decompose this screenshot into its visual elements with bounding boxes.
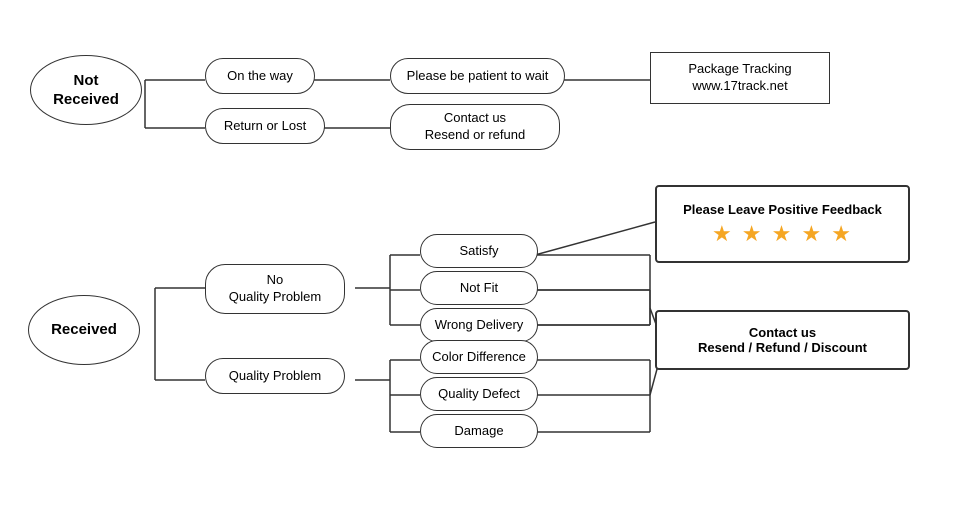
quality-problem-node: Quality Problem	[205, 358, 345, 394]
not-fit-label: Not Fit	[460, 280, 498, 297]
stars-rating: ★ ★ ★ ★ ★	[712, 221, 853, 247]
damage-label: Damage	[454, 423, 503, 440]
contact-resend-refund-node: Contact us Resend or refund	[390, 104, 560, 150]
color-difference-label: Color Difference	[432, 349, 526, 366]
satisfy-node: Satisfy	[420, 234, 538, 268]
not-received-label: Not Received	[53, 71, 119, 110]
no-quality-problem-label: No Quality Problem	[229, 272, 321, 306]
feedback-title: Please Leave Positive Feedback	[683, 202, 882, 217]
quality-defect-label: Quality Defect	[438, 386, 520, 403]
quality-problem-label: Quality Problem	[229, 368, 321, 385]
color-difference-node: Color Difference	[420, 340, 538, 374]
received-node: Received	[28, 295, 140, 365]
satisfy-label: Satisfy	[459, 243, 498, 260]
on-the-way-label: On the way	[227, 68, 293, 85]
contact-resend-discount-label: Contact us Resend / Refund / Discount	[698, 325, 867, 355]
quality-defect-node: Quality Defect	[420, 377, 538, 411]
on-the-way-node: On the way	[205, 58, 315, 94]
received-label: Received	[51, 320, 117, 340]
no-quality-problem-node: No Quality Problem	[205, 264, 345, 314]
package-tracking-label: Package Tracking www.17track.net	[688, 61, 791, 95]
package-tracking-node: Package Tracking www.17track.net	[650, 52, 830, 104]
return-or-lost-node: Return or Lost	[205, 108, 325, 144]
feedback-box: Please Leave Positive Feedback ★ ★ ★ ★ ★	[655, 185, 910, 263]
damage-node: Damage	[420, 414, 538, 448]
diagram: Not Received On the way Return or Lost P…	[0, 0, 960, 513]
patient-wait-label: Please be patient to wait	[407, 68, 549, 85]
contact-resend-discount-box: Contact us Resend / Refund / Discount	[655, 310, 910, 370]
wrong-delivery-node: Wrong Delivery	[420, 308, 538, 342]
not-fit-node: Not Fit	[420, 271, 538, 305]
return-or-lost-label: Return or Lost	[224, 118, 306, 135]
contact-resend-refund-label: Contact us Resend or refund	[425, 110, 525, 144]
not-received-node: Not Received	[30, 55, 142, 125]
patient-wait-node: Please be patient to wait	[390, 58, 565, 94]
wrong-delivery-label: Wrong Delivery	[435, 317, 524, 334]
